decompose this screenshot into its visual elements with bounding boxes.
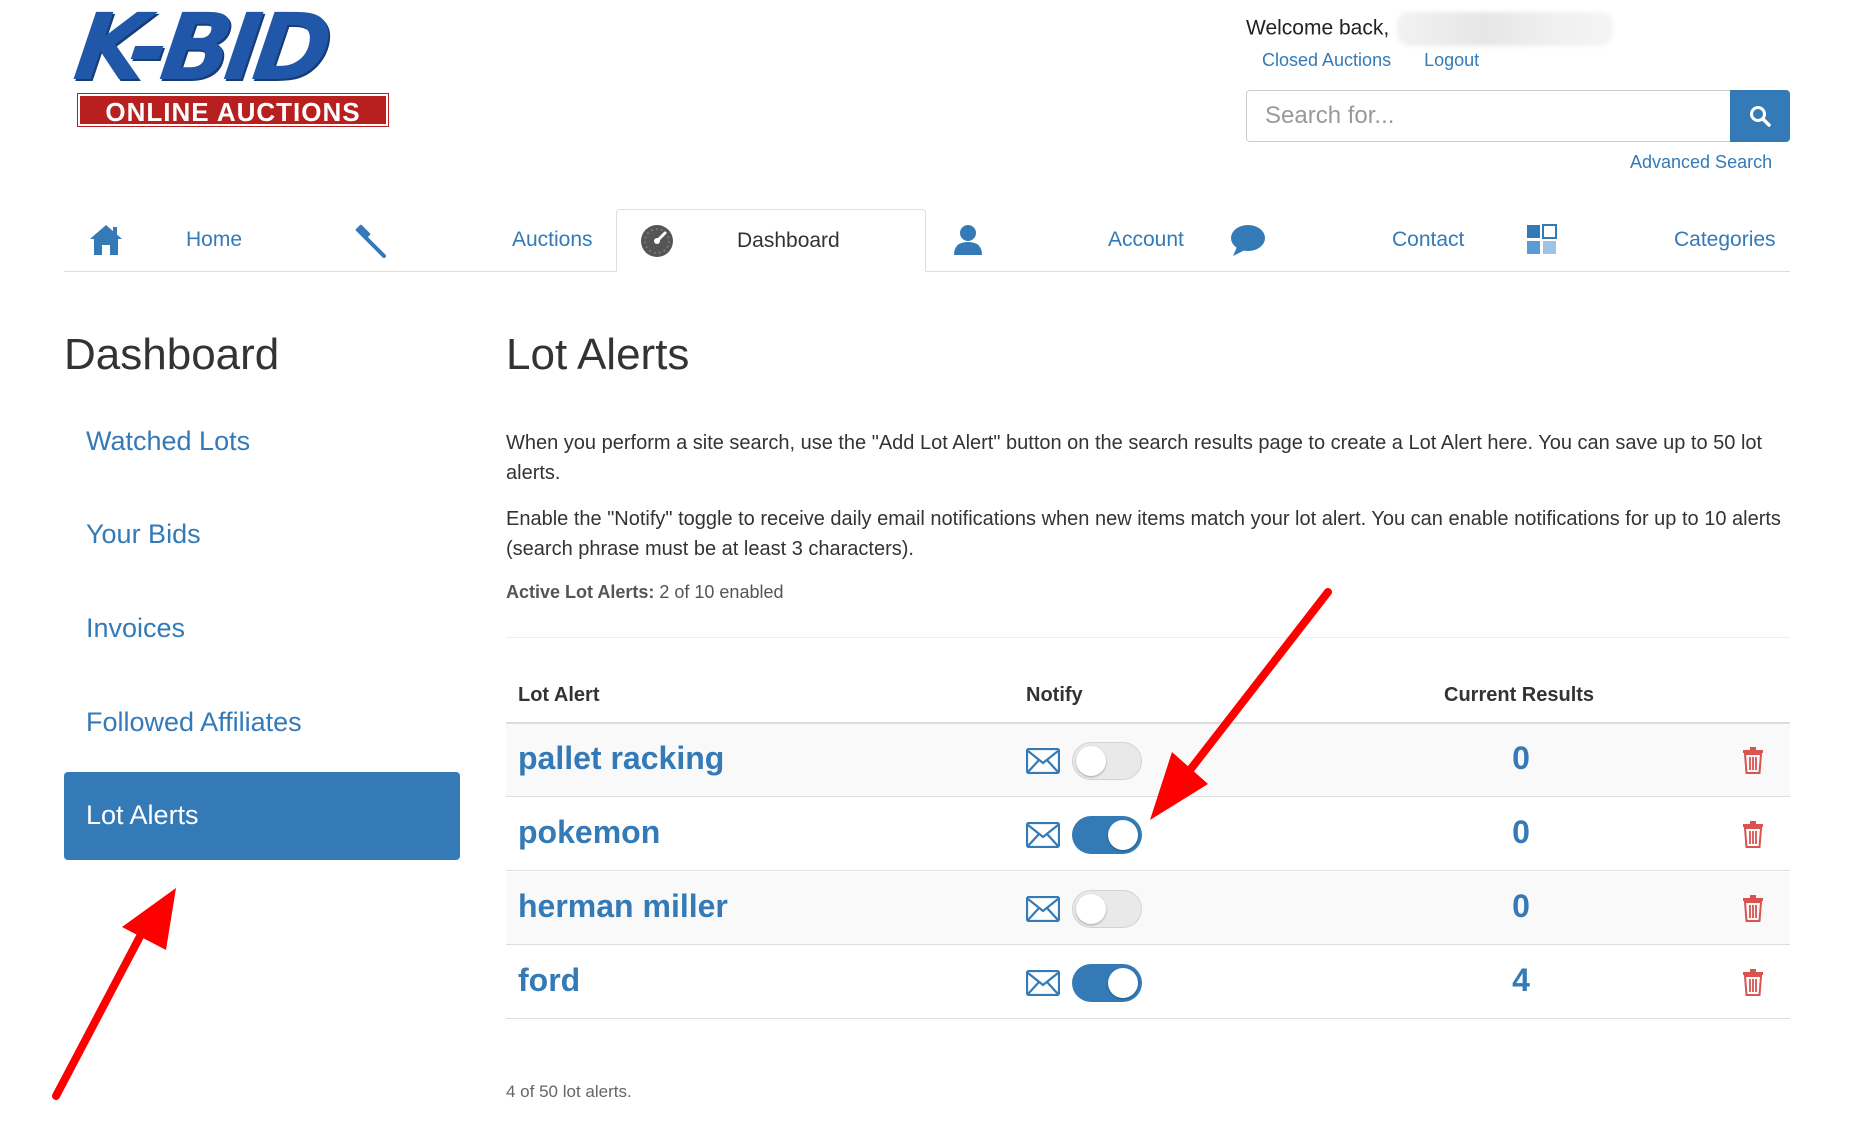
sidebar-item-your-bids[interactable]: Your Bids: [64, 491, 460, 579]
welcome-message: Welcome back,: [1246, 12, 1614, 46]
table-row: ford 4: [506, 946, 1790, 1019]
sidebar-item-label: Invoices: [86, 613, 186, 643]
nav-auctions[interactable]: Auctions: [326, 209, 620, 271]
sidebar-title: Dashboard: [64, 330, 280, 379]
alert-count-footer: 4 of 50 lot alerts.: [506, 1082, 632, 1101]
nav-contact-label: Contact: [1392, 228, 1465, 251]
sidebar-item-lot-alerts[interactable]: Lot Alerts: [64, 772, 460, 860]
advanced-search-link[interactable]: Advanced Search: [1630, 152, 1772, 173]
sidebar-item-invoices[interactable]: Invoices: [64, 585, 460, 673]
table-row: pokemon 0: [506, 798, 1790, 871]
current-results-count[interactable]: 4: [1501, 962, 1541, 999]
sidebar-item-label: Watched Lots: [86, 426, 251, 456]
nav-home[interactable]: Home: [64, 209, 326, 271]
notify-toggle[interactable]: [1072, 816, 1142, 854]
active-alerts-label: Active Lot Alerts:: [506, 582, 655, 602]
logout-link[interactable]: Logout: [1424, 50, 1479, 70]
table-row: herman miller 0: [506, 872, 1790, 945]
speedometer-icon: [637, 221, 677, 261]
blurred-username: [1397, 12, 1614, 46]
lot-alert-link[interactable]: herman miller: [518, 888, 728, 925]
welcome-text: Welcome back,: [1246, 16, 1390, 40]
notify-toggle[interactable]: [1072, 742, 1142, 780]
toggle-knob: [1076, 894, 1106, 924]
grid-icon: [1522, 220, 1562, 260]
sidebar-item-label: Your Bids: [86, 519, 201, 549]
table-row: pallet racking 0: [506, 724, 1790, 797]
lot-alert-link[interactable]: pokemon: [518, 814, 660, 851]
user-icon: [948, 220, 988, 260]
nav-home-label: Home: [186, 228, 243, 251]
trash-icon[interactable]: [1742, 746, 1764, 774]
active-alerts-value: 2 of 10 enabled: [659, 582, 784, 602]
nav-dashboard[interactable]: Dashboard: [616, 209, 926, 272]
nav-dashboard-label: Dashboard: [737, 229, 840, 252]
search-icon: [1750, 106, 1771, 127]
envelope-icon: [1025, 821, 1061, 849]
envelope-icon: [1025, 747, 1061, 775]
sidebar-item-followed-affiliates[interactable]: Followed Affiliates: [64, 679, 460, 767]
page-title: Lot Alerts: [506, 330, 690, 379]
chat-bubble-icon: [1228, 220, 1268, 260]
envelope-icon: [1025, 895, 1061, 923]
nav-categories-label: Categories: [1674, 228, 1776, 251]
closed-auctions-link[interactable]: Closed Auctions: [1262, 50, 1391, 70]
active-alerts-summary: Active Lot Alerts: 2 of 10 enabled: [506, 582, 784, 603]
search-input[interactable]: [1247, 91, 1730, 141]
section-divider: [506, 637, 1790, 638]
current-results-count[interactable]: 0: [1501, 888, 1541, 925]
sidebar-item-watched-lots[interactable]: Watched Lots: [64, 398, 460, 486]
intro-paragraph: When you perform a site search, use the …: [506, 432, 1763, 484]
notify-toggle[interactable]: [1072, 890, 1142, 928]
main-nav: Home Auctions Dashboard Account Contact …: [64, 209, 1790, 272]
account-links: Closed Auctions Logout: [1262, 50, 1507, 71]
trash-icon[interactable]: [1742, 968, 1764, 996]
lot-alert-link[interactable]: pallet racking: [518, 740, 724, 777]
trash-icon[interactable]: [1742, 820, 1764, 848]
lot-alert-link[interactable]: ford: [518, 962, 580, 999]
column-header-notify: Notify: [1026, 684, 1083, 706]
trash-icon[interactable]: [1742, 894, 1764, 922]
arrow-to-lot-alerts-sidebar: [52, 888, 176, 1100]
current-results-count[interactable]: 0: [1501, 740, 1541, 777]
notify-toggle[interactable]: [1072, 964, 1142, 1002]
toggle-knob: [1076, 746, 1106, 776]
gavel-icon: [350, 220, 390, 260]
search-button[interactable]: [1730, 90, 1790, 142]
sidebar-item-label: Followed Affiliates: [86, 707, 302, 737]
nav-account[interactable]: Account: [926, 209, 1208, 271]
column-header-current-results: Current Results: [1444, 684, 1595, 706]
current-results-count[interactable]: 0: [1501, 814, 1541, 851]
kbid-logo[interactable]: K-BID ONLINE AUCTIONS: [69, 0, 390, 127]
envelope-icon: [1025, 969, 1061, 997]
notify-paragraph: Enable the "Notify" toggle to receive da…: [506, 508, 1781, 560]
toggle-knob: [1108, 968, 1138, 998]
nav-contact[interactable]: Contact: [1208, 209, 1500, 271]
column-header-lot-alert: Lot Alert: [518, 684, 600, 706]
sidebar-item-label: Lot Alerts: [86, 800, 199, 830]
home-icon: [86, 220, 126, 260]
search-bar: [1246, 90, 1790, 142]
toggle-knob: [1108, 820, 1138, 850]
nav-account-label: Account: [1108, 228, 1184, 251]
logo-tagline: ONLINE AUCTIONS: [77, 93, 389, 127]
nav-categories[interactable]: Categories: [1500, 209, 1790, 271]
logo-wordmark: K-BID: [68, 0, 333, 101]
nav-auctions-label: Auctions: [512, 228, 593, 251]
